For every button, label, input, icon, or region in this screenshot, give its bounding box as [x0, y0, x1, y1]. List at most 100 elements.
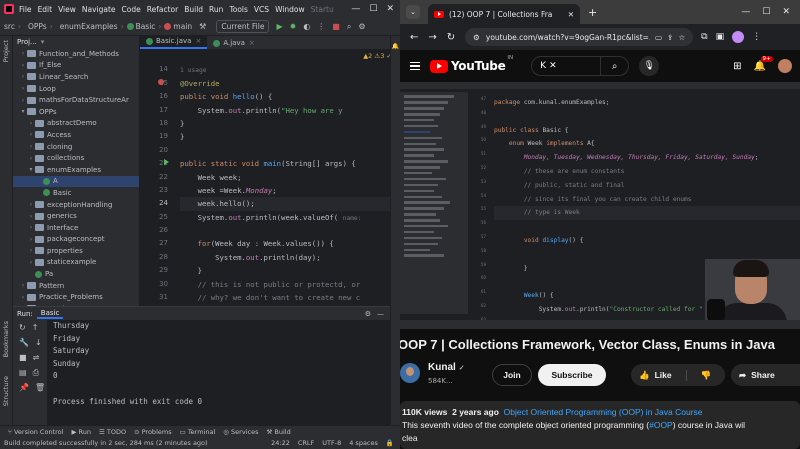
- soft-wrap-icon[interactable]: ⇌: [33, 353, 40, 362]
- trash-icon[interactable]: 🗑: [35, 383, 45, 392]
- project-tree-item[interactable]: ▾ OPPs: [13, 106, 139, 118]
- project-tree-item[interactable]: Pa: [13, 268, 139, 280]
- chevron-right-icon[interactable]: ›: [27, 155, 35, 162]
- reload-icon[interactable]: ↻: [447, 32, 455, 43]
- breadcrumb-basic[interactable]: Basic: [136, 22, 156, 31]
- new-tab-icon[interactable]: +: [588, 6, 597, 19]
- chevron-right-icon[interactable]: ›: [27, 247, 35, 254]
- print-icon[interactable]: ⎙: [33, 368, 39, 378]
- tool-build[interactable]: ⚒ Build: [266, 428, 290, 436]
- project-tree-item[interactable]: Basic: [13, 187, 139, 199]
- chevron-right-icon[interactable]: ›: [19, 97, 27, 104]
- scroll-up-icon[interactable]: ↑: [32, 323, 39, 332]
- chevron-right-icon[interactable]: ›: [27, 120, 35, 127]
- hashtag-link[interactable]: #OOP: [649, 420, 673, 430]
- project-tree-item[interactable]: › exceptionHandling: [13, 199, 139, 211]
- project-tree-item[interactable]: › staticexample: [13, 257, 139, 269]
- tool-services[interactable]: ◎ Services: [223, 428, 258, 436]
- pin-icon[interactable]: 📌: [19, 383, 29, 392]
- account-avatar[interactable]: [778, 59, 792, 73]
- project-tree-item[interactable]: A: [13, 175, 139, 188]
- search-icon[interactable]: ⌕: [347, 22, 351, 32]
- close-icon[interactable]: ✕: [782, 7, 790, 17]
- tab-basic-java[interactable]: Basic.java ×: [140, 36, 208, 49]
- project-tree-item[interactable]: › Interface: [13, 222, 139, 234]
- menu-build[interactable]: Build: [184, 5, 203, 14]
- run-config-select[interactable]: Current File: [216, 20, 270, 33]
- project-tree-item[interactable]: › Pattern: [13, 280, 139, 292]
- cast-icon[interactable]: ▭: [655, 33, 662, 42]
- maximize-icon[interactable]: ☐: [762, 7, 770, 17]
- tab-search-icon[interactable]: ⌄: [406, 5, 420, 19]
- extensions-icon[interactable]: ⧉: [701, 32, 707, 42]
- tool-version-control[interactable]: ⑂ Version Control: [8, 428, 63, 436]
- chevron-right-icon[interactable]: ›: [27, 131, 35, 138]
- indent-setting[interactable]: 4 spaces: [349, 439, 378, 447]
- project-tool-button[interactable]: Project: [2, 40, 10, 62]
- chevron-right-icon[interactable]: ›: [19, 282, 27, 289]
- menu-file[interactable]: File: [19, 5, 32, 14]
- tool-problems[interactable]: ⊙ Problems: [134, 428, 171, 436]
- chevron-right-icon[interactable]: ›: [19, 85, 27, 92]
- chevron-right-icon[interactable]: ›: [19, 62, 27, 69]
- bookmark-star-icon[interactable]: ☆: [678, 33, 685, 42]
- close-icon[interactable]: ✕: [386, 4, 394, 14]
- share-button[interactable]: ➦ Share: [731, 364, 800, 386]
- menu-code[interactable]: Code: [122, 5, 141, 14]
- chevron-right-icon[interactable]: ›: [27, 236, 35, 243]
- tool-terminal[interactable]: ▭ Terminal: [180, 428, 216, 436]
- chevron-down-icon[interactable]: ▾: [19, 108, 27, 115]
- project-panel-header[interactable]: Proj... ▾: [13, 36, 139, 48]
- menu-tools[interactable]: Tools: [229, 5, 247, 14]
- project-tree-item[interactable]: › abstractDemo: [13, 118, 139, 130]
- project-tree-item[interactable]: › Loop: [13, 83, 139, 95]
- close-tab-icon[interactable]: ×: [249, 39, 255, 47]
- project-tree-item[interactable]: › properties: [13, 245, 139, 257]
- menu-vcs[interactable]: VCS: [254, 5, 269, 14]
- status-message[interactable]: Build completed successfully in 2 sec, 2…: [4, 439, 208, 447]
- menu-run[interactable]: Run: [209, 5, 223, 14]
- menu-icon[interactable]: [410, 61, 420, 71]
- menu-navigate[interactable]: Navigate: [82, 5, 116, 14]
- project-tree-item[interactable]: › Linear_Search: [13, 71, 139, 83]
- channel-avatar[interactable]: [400, 363, 420, 383]
- chevron-right-icon[interactable]: ›: [27, 213, 35, 220]
- project-tree-item[interactable]: › collections: [13, 152, 139, 164]
- minimize-icon[interactable]: —: [741, 7, 750, 17]
- chevron-right-icon[interactable]: ›: [19, 73, 27, 80]
- share-page-icon[interactable]: ⇪: [667, 33, 673, 42]
- join-button[interactable]: Join: [492, 364, 532, 386]
- stop-icon[interactable]: ■: [332, 22, 340, 31]
- search-icon[interactable]: ⌕: [600, 57, 628, 75]
- hide-panel-icon[interactable]: —: [377, 310, 384, 318]
- breadcrumb-opps[interactable]: OPPs: [28, 22, 47, 31]
- menu-window[interactable]: Window: [275, 5, 305, 14]
- profile-avatar[interactable]: [732, 31, 745, 43]
- line-separator[interactable]: CRLF: [298, 439, 314, 447]
- chevron-down-icon[interactable]: ▾: [27, 166, 35, 173]
- youtube-search-box[interactable]: K ✕ ⌕: [531, 56, 630, 76]
- breadcrumb-src[interactable]: src: [4, 22, 15, 31]
- like-button[interactable]: 👍 Like: [631, 369, 687, 381]
- project-tree-item[interactable]: › packageconcept: [13, 234, 139, 246]
- youtube-logo[interactable]: YouTube IN: [430, 55, 513, 73]
- video-player[interactable]: 4748495051525354555657585960616263 packa…: [400, 82, 800, 329]
- code-editor[interactable]: Basic.java× A.java× ▲2 ⚠3 ✓6 14151617181…: [140, 36, 400, 306]
- voice-search-icon[interactable]: 🎙: [639, 56, 660, 76]
- coverage-icon[interactable]: ◐: [303, 22, 310, 31]
- address-bar[interactable]: ⚙ youtube.com/watch?v=9ogGan-R1pc&list=.…: [465, 28, 694, 46]
- rerun-icon[interactable]: ↻: [19, 323, 26, 332]
- close-tab-icon[interactable]: ✕: [568, 10, 574, 19]
- maximize-icon[interactable]: ☐: [369, 4, 377, 14]
- back-icon[interactable]: ←: [410, 32, 418, 43]
- more-icon[interactable]: ⋮: [317, 22, 325, 31]
- debug-icon[interactable]: ✹: [290, 22, 297, 31]
- project-tree-item[interactable]: › cloning: [13, 141, 139, 153]
- tab-youtube[interactable]: (12) OOP 7 | Collections Fra ✕: [428, 4, 580, 24]
- structure-tool-button[interactable]: Structure: [2, 376, 10, 406]
- settings-icon[interactable]: ⚙: [358, 22, 365, 31]
- hammer-icon[interactable]: ⚒: [199, 22, 206, 31]
- tool-todo[interactable]: ☰ TODO: [99, 428, 126, 436]
- lock-icon[interactable]: 🔒: [386, 439, 394, 447]
- project-tree-item[interactable]: › Access: [13, 129, 139, 141]
